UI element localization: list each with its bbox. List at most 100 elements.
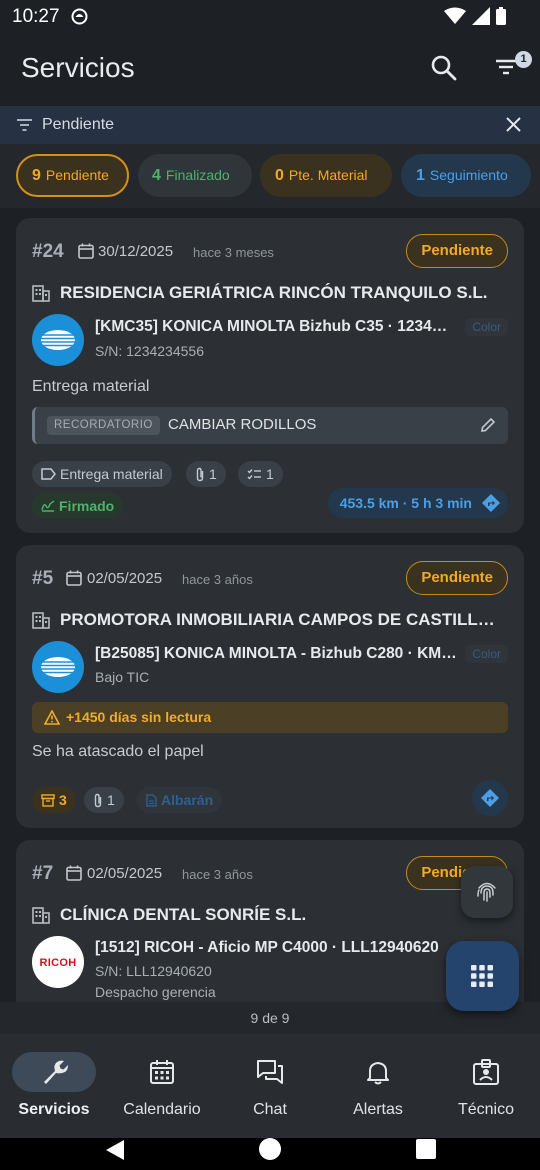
device-serial: S/N: LLL12940620 [95,963,212,979]
chip-label: Seguimiento [429,167,508,183]
active-filter-label: Pendiente [42,116,115,133]
status-filter-chips: 9 Pendiente 4 Finalizado 0 Pte. Material 1S… [0,144,540,208]
warning-text: +1450 días sin lectura [66,709,212,725]
albaran-chip[interactable]: Albarán [137,787,223,813]
wrench-icon [40,1058,68,1086]
konica-minolta-logo [32,314,84,366]
building-icon [32,285,50,302]
status-time: 10:27 [12,6,60,27]
calendar-icon [78,243,94,259]
attachments-chip: 1 [84,787,124,813]
service-card[interactable]: #24 30/12/2025 hace 3 meses Pendiente RE… [16,218,524,533]
attachments-count: 1 [107,792,115,808]
bottom-navigation: Servicios Calendario Chat Alertas Técnic… [0,1034,540,1138]
nav-servicios[interactable]: Servicios [0,1034,108,1138]
fingerprint-icon [477,882,496,902]
service-number: #24 [32,241,64,262]
recents-icon[interactable] [416,1139,436,1159]
ricoh-logo: RICOH [32,936,84,988]
nav-label: Alertas [353,1101,403,1118]
service-date: 02/05/2025 [87,865,163,882]
signal-icon [472,7,490,25]
no-reading-warning: +1450 días sin lectura [32,702,508,733]
nav-label: Calendario [123,1101,201,1118]
chip-count: 1 [416,167,425,184]
back-icon[interactable] [104,1139,126,1161]
device-location: Despacho gerencia [95,984,216,1000]
albaran-label: Albarán [161,792,214,808]
home-icon[interactable] [258,1137,282,1161]
page-title: Servicios [21,52,135,83]
service-card[interactable]: #5 02/05/2025 hace 3 años Pendiente PROM… [16,545,524,828]
tag-chip: Entrega material [32,461,172,487]
nav-tecnico[interactable]: Técnico [432,1034,540,1138]
warning-icon [44,710,60,725]
status-bar: 10:27 [0,0,540,34]
device-name: [KMC35] KONICA MINOLTA Bizhub C35 · 1234… [95,318,455,335]
chip-label: Pte. Material [288,167,368,183]
nav-calendario[interactable]: Calendario [108,1034,216,1138]
chip-finalizado[interactable]: 4 Finalizado [138,154,252,197]
services-list[interactable]: #24 30/12/2025 hace 3 meses Pendiente RE… [0,208,540,1002]
directions-icon [482,494,500,512]
service-description: Entrega material [32,378,150,395]
paperclip-icon [94,793,102,807]
tag-label: Entrega material [60,466,163,482]
chip-label: Finalizado [165,167,230,183]
chip-pendiente[interactable]: 9 Pendiente [16,154,129,197]
tasks-count: 1 [266,466,274,482]
fingerprint-button[interactable] [461,866,513,918]
chip-pte-material[interactable]: 0 Pte. Material [260,154,392,197]
building-icon [32,612,50,629]
boxes-count: 3 [59,792,67,808]
nav-label: Chat [253,1101,287,1118]
company-name: CLÍNICA DENTAL SONRÍE S.L. [60,905,307,924]
signed-chip: Firmado [32,493,124,519]
chip-count: 9 [32,167,41,184]
color-tag: Color [465,318,508,336]
status-badge: Pendiente [406,561,508,595]
system-navigation-bar [0,1138,540,1170]
service-number: #7 [32,863,54,884]
service-ago: hace 3 años [182,867,253,882]
active-filter-bar: Pendiente [0,106,540,144]
company-name: PROMOTORA INMOBILIARIA CAMPOS DE CASTILL… [60,610,504,629]
nav-alertas[interactable]: Alertas [324,1034,432,1138]
device-location: Bajo TIC [95,669,150,685]
archive-icon [41,794,55,807]
badge-icon [472,1058,500,1086]
filter-count-badge: 1 [515,51,532,68]
reminder-tag: RECORDATORIO [47,416,160,435]
calendar-icon [66,865,82,881]
status-badge: Pendiente [406,234,508,268]
attachments-chip: 1 [186,461,226,487]
reminder-box: RECORDATORIO CAMBIAR RODILLOS [32,407,508,444]
calendar-icon [66,570,82,586]
color-tag: Color [465,645,508,663]
attachments-count: 1 [209,466,217,482]
distance-text: 453.5 km · 5 h 3 min [339,495,472,511]
wifi-icon [444,7,466,24]
building-icon [32,907,50,924]
chat-icon [256,1058,284,1086]
close-icon[interactable] [505,116,522,133]
tag-icon [41,468,56,481]
edit-icon[interactable] [480,417,496,433]
boxes-chip: 3 [32,787,76,813]
service-date: 02/05/2025 [87,570,163,587]
nav-label: Servicios [18,1101,90,1118]
grid-icon [471,965,493,987]
directions-button[interactable] [472,780,508,816]
chip-seguimiento[interactable]: 1 Seguimiento [401,154,531,197]
paperclip-icon [196,467,204,481]
chip-count: 0 [275,167,284,184]
device-serial: S/N: 1234234556 [95,343,204,359]
nav-label: Técnico [457,1101,515,1118]
nav-chat[interactable]: Chat [216,1034,324,1138]
apps-menu-button[interactable] [446,941,519,1011]
distance-chip[interactable]: 453.5 km · 5 h 3 min [327,488,508,518]
search-icon[interactable] [430,54,458,82]
app-notification-icon [71,8,88,25]
service-description: Se ha atascado el papel [32,743,204,760]
bell-icon [364,1058,392,1086]
